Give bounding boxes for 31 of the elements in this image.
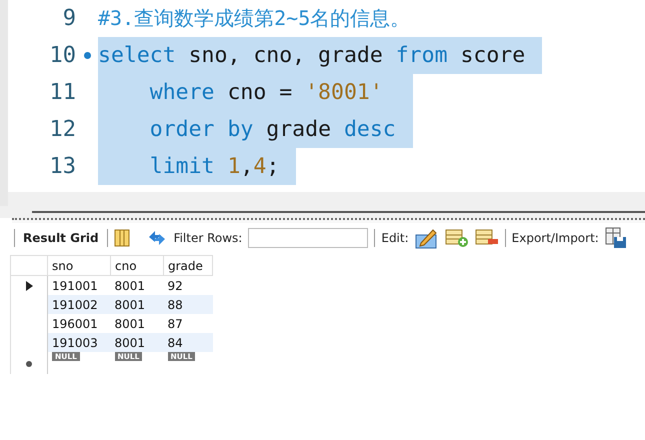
- column-header[interactable]: grade: [164, 256, 212, 276]
- table-cell: 88: [164, 295, 212, 314]
- table-cell: 8001: [110, 276, 164, 295]
- export-import-label: Export/Import:: [512, 231, 599, 245]
- table-cell: 8001: [110, 333, 164, 352]
- filter-rows-label: Filter Rows:: [174, 231, 242, 245]
- code-line: #3.查询数学成绩第2~5名的信息。: [98, 5, 412, 32]
- table-cell: 8001: [110, 295, 164, 314]
- line-number: 13: [48, 154, 76, 179]
- table-cell: 87: [164, 314, 212, 333]
- line-number: 9: [62, 6, 76, 31]
- table-cell: 191002: [48, 295, 110, 314]
- table-cell: 8001: [110, 314, 164, 333]
- pencil-icon[interactable]: [414, 227, 439, 249]
- filter-rows-field[interactable]: [248, 228, 368, 248]
- line-number: 10: [48, 43, 76, 68]
- column-header[interactable]: cno: [110, 256, 164, 276]
- table-cell: 92: [164, 276, 212, 295]
- table-cell: 196001: [48, 314, 110, 333]
- column-header[interactable]: sno: [48, 256, 110, 276]
- result-grid-tab[interactable]: Result Grid: [21, 231, 101, 245]
- table-cell: 191001: [48, 276, 110, 295]
- new-row-icon: [25, 360, 33, 368]
- edit-label: Edit:: [381, 231, 409, 245]
- line-number: 12: [48, 117, 76, 142]
- columns-icon[interactable]: [114, 229, 130, 247]
- table-cell: 84: [164, 333, 212, 352]
- table-save-icon[interactable]: [604, 227, 627, 249]
- table-cell: 191003: [48, 333, 110, 352]
- add-row-icon[interactable]: [444, 228, 469, 248]
- line-number: 11: [48, 80, 76, 105]
